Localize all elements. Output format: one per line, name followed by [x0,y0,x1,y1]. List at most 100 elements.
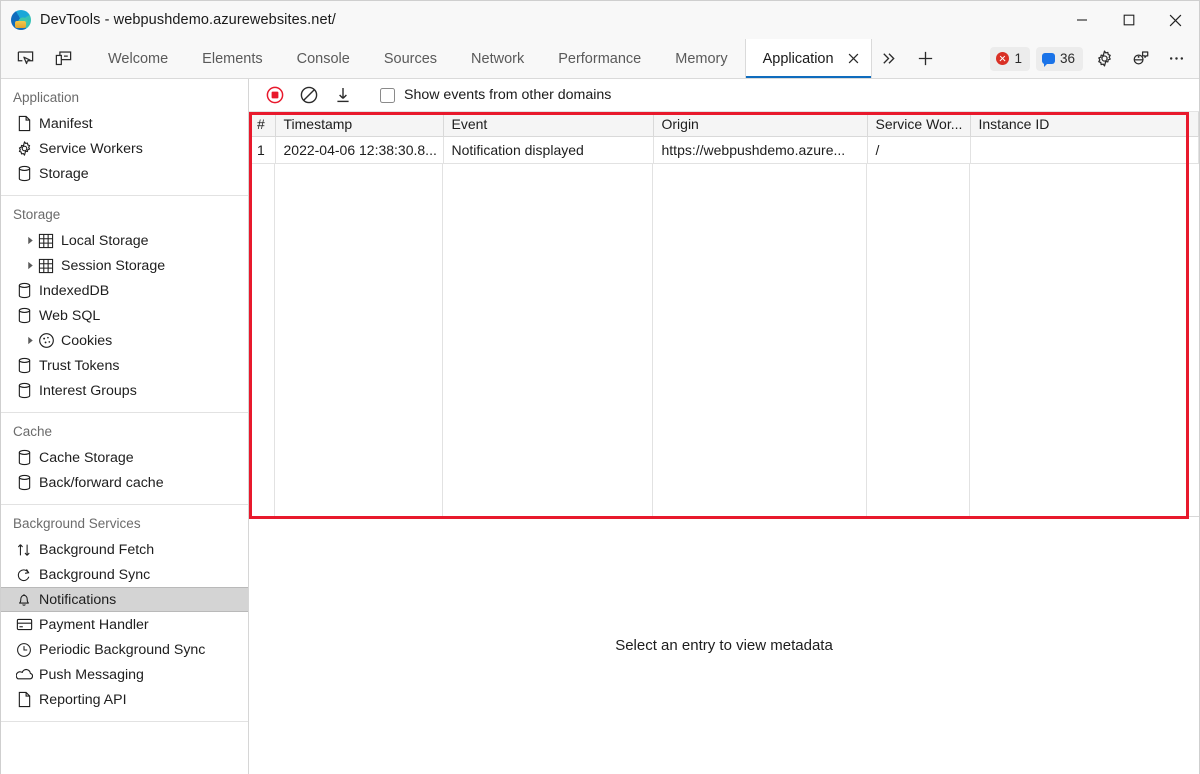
sidebar-item-storage[interactable]: Storage [1,161,248,186]
record-stop-button[interactable] [262,82,288,108]
inspect-element-icon[interactable] [11,45,39,73]
tab-elements[interactable]: Elements [185,39,279,78]
sidebar-item-back-forward-cache[interactable]: Back/forward cache [1,470,248,495]
sidebar-group-title: Cache [1,422,248,445]
tab-application[interactable]: Application [745,39,872,78]
devtools-window: DevTools - webpushdemo.azurewebsites.net… [0,0,1200,774]
sidebar-item-payment-handler[interactable]: Payment Handler [1,612,248,637]
sidebar-item-label: Web SQL [39,308,100,324]
tab-network[interactable]: Network [454,39,541,78]
sync-circle-icon [15,566,33,584]
tab-console[interactable]: Console [280,39,367,78]
cell-service-worker: / [867,136,970,163]
plus-icon[interactable] [906,39,946,78]
document-icon [15,691,33,709]
document-icon [15,115,33,133]
sidebar-item-periodic-background-sync[interactable]: Periodic Background Sync [1,637,248,662]
sidebar-scrollbar[interactable] [246,79,248,774]
settings-gear-icon[interactable] [1089,45,1119,73]
chevron-right-icon[interactable] [23,334,37,348]
sidebar-item-label: Service Workers [39,141,143,157]
sidebar-item-background-fetch[interactable]: Background Fetch [1,537,248,562]
sidebar-item-background-sync[interactable]: Background Sync [1,562,248,587]
devtools-body: Application Manifest Service Workers [1,79,1199,774]
column-header-event[interactable]: Event [443,112,653,136]
tab-label: Elements [202,51,262,67]
sidebar-item-service-workers[interactable]: Service Workers [1,136,248,161]
show-other-domains-checkbox[interactable]: Show events from other domains [380,87,611,103]
tab-label: Sources [384,51,437,67]
checkbox-box[interactable] [380,88,395,103]
device-emulation-icon[interactable] [49,45,77,73]
sidebar-item-label: Notifications [39,592,116,608]
sidebar-item-session-storage[interactable]: Session Storage [1,253,248,278]
tab-list: Welcome Elements Console Sources Network… [91,39,872,78]
tab-memory[interactable]: Memory [658,39,744,78]
tab-sources[interactable]: Sources [367,39,454,78]
message-count-badge[interactable]: 36 [1036,47,1083,71]
tool-icon-group [1,39,77,78]
sidebar-item-push-messaging[interactable]: Push Messaging [1,662,248,687]
column-header-instance-id[interactable]: Instance ID [970,112,1199,136]
save-events-button[interactable] [330,82,356,108]
tab-performance[interactable]: Performance [541,39,658,78]
bell-icon [15,591,33,609]
tab-label: Memory [675,51,727,67]
column-header-timestamp[interactable]: Timestamp [275,112,443,136]
cookie-icon [37,332,55,350]
notifications-panel: Show events from other domains # Timesta… [249,79,1199,774]
column-header-service-worker[interactable]: Service Wor... [867,112,970,136]
sidebar-item-cookies[interactable]: Cookies [1,328,248,353]
minimize-button[interactable] [1058,1,1105,39]
close-button[interactable] [1152,1,1199,39]
database-icon [15,307,33,325]
application-sidebar: Application Manifest Service Workers [1,79,249,774]
sidebar-item-indexeddb[interactable]: IndexedDB [1,278,248,303]
panel-toolbar: Show events from other domains [249,79,1199,112]
sidebar-item-label: Reporting API [39,692,127,708]
cell-timestamp: 2022-04-06 12:38:30.8... [275,136,443,163]
sidebar-item-label: Back/forward cache [39,475,164,491]
cell-origin: https://webpushdemo.azure... [653,136,867,163]
chevron-right-icon[interactable] [23,259,37,273]
sidebar-item-label: Local Storage [61,233,149,249]
metadata-placeholder: Select an entry to view metadata [615,637,833,654]
sidebar-group-title: Storage [1,205,248,228]
database-icon [15,357,33,375]
column-header-number[interactable]: # [249,112,275,136]
table-grid-icon [37,232,55,250]
sidebar-item-notifications[interactable]: Notifications [1,587,248,612]
sidebar-item-trust-tokens[interactable]: Trust Tokens [1,353,248,378]
tab-label: Network [471,51,524,67]
sidebar-item-interest-groups[interactable]: Interest Groups [1,378,248,403]
sidebar-item-local-storage[interactable]: Local Storage [1,228,248,253]
chevron-right-icon[interactable] [23,234,37,248]
database-icon [15,165,33,183]
sidebar-group-storage: Storage Local Storage [1,196,248,413]
sidebar-item-manifest[interactable]: Manifest [1,111,248,136]
cell-event: Notification displayed [443,136,653,163]
database-icon [15,474,33,492]
close-icon[interactable] [846,51,862,67]
message-bubble-icon [1042,53,1055,64]
gear-icon [15,140,33,158]
more-options-icon[interactable] [1161,45,1191,73]
message-count: 36 [1060,51,1075,66]
maximize-button[interactable] [1105,1,1152,39]
clear-button[interactable] [296,82,322,108]
sidebar-item-reporting-api[interactable]: Reporting API [1,687,248,712]
chevron-double-right-icon[interactable] [872,39,906,78]
feedback-icon[interactable] [1125,45,1155,73]
sidebar-item-label: Background Sync [39,567,150,583]
events-table-container: # Timestamp Event Origin Service Wor... … [249,112,1199,517]
checkbox-label: Show events from other domains [404,87,611,103]
error-count-badge[interactable]: 1 [990,47,1030,71]
sidebar-item-cache-storage[interactable]: Cache Storage [1,445,248,470]
tab-welcome[interactable]: Welcome [91,39,185,78]
edge-logo-icon [11,10,31,30]
sidebar-item-web-sql[interactable]: Web SQL [1,303,248,328]
table-row[interactable]: 1 2022-04-06 12:38:30.8... Notification … [249,136,1199,163]
tab-label: Console [297,51,350,67]
sidebar-item-label: Periodic Background Sync [39,642,205,658]
column-header-origin[interactable]: Origin [653,112,867,136]
